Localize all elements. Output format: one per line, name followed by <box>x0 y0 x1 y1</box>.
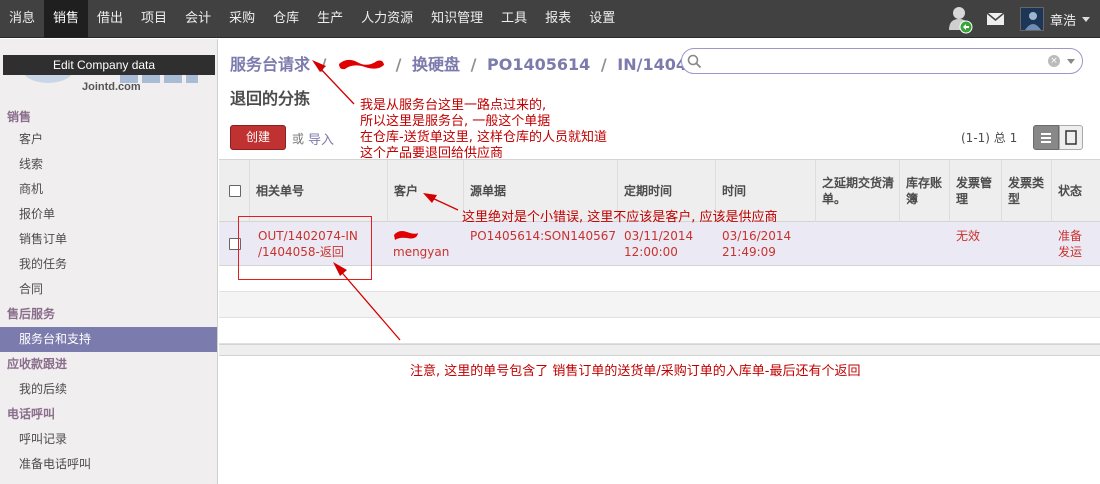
menu-messages[interactable]: 消息 <box>0 0 44 38</box>
top-menu-bar: 消息 销售 借出 项目 会计 采购 仓库 生产 人力资源 知识管理 工具 报表 … <box>0 0 1100 38</box>
sidebar-item-customers[interactable]: 客户 <box>0 127 217 152</box>
column-header-invoice-type[interactable]: 发票类型 <box>1001 160 1051 222</box>
menu-project[interactable]: 项目 <box>132 0 176 38</box>
user-menu[interactable]: 章浩 <box>1018 0 1100 38</box>
form-view-icon <box>1065 130 1077 145</box>
annotation-line: 我是从服务台这里一路点过来的, <box>360 98 547 113</box>
breadcrumb-separator: / <box>470 55 477 74</box>
cell-date: 03/16/2014 21:49:09 <box>722 228 791 260</box>
column-header-stock-journal[interactable]: 库存账簿 <box>899 160 949 222</box>
annotation-highlight-box <box>238 216 372 280</box>
user-name: 章浩 <box>1049 13 1076 29</box>
cell-state: 准备 发运 <box>1058 228 1082 260</box>
menu-settings[interactable]: 设置 <box>580 0 624 38</box>
cell-source: PO1405614:SON140567 <box>470 229 617 243</box>
column-header-backorder[interactable]: 之延期交货清单。 <box>815 160 899 222</box>
search-options-icon[interactable] <box>1067 59 1075 64</box>
menu-warehouse[interactable]: 仓库 <box>264 0 308 38</box>
customer-name: mengyan <box>393 245 450 259</box>
breadcrumb-purchase-order[interactable]: PO1405614 <box>487 55 590 74</box>
clear-icon[interactable]: × <box>1048 55 1060 67</box>
import-link[interactable]: 导入 <box>308 129 334 148</box>
form-view-button[interactable] <box>1059 125 1083 150</box>
redacted-mark <box>337 56 385 72</box>
sidebar-item-my-tasks[interactable]: 我的任务 <box>0 252 217 277</box>
main-menu: 消息 销售 借出 项目 会计 采购 仓库 生产 人力资源 知识管理 工具 报表 … <box>0 0 1100 38</box>
annotation-line: 所以这里是服务台, 一般这个单据 <box>360 114 551 129</box>
menu-hr[interactable]: 人力资源 <box>352 0 422 38</box>
user-status-icon[interactable] <box>947 4 973 34</box>
list-view-icon <box>1041 133 1051 143</box>
create-button[interactable]: 创建 <box>230 125 286 150</box>
menu-lending[interactable]: 借出 <box>88 0 132 38</box>
annotation-note-3: 注意, 这里的单号包含了 销售订单的送货单/采购订单的入库单-最后还有个返回 <box>410 364 861 379</box>
sidebar-item-helpdesk[interactable]: 服务台和支持 <box>0 327 217 352</box>
breadcrumb-separator: / <box>320 55 327 74</box>
annotation-line: 在仓库-送货单这里, 这样仓库的人员就知道 <box>360 130 607 145</box>
menu-reports[interactable]: 报表 <box>536 0 580 38</box>
menu-purchase[interactable]: 采购 <box>220 0 264 38</box>
menu-accounting[interactable]: 会计 <box>176 0 220 38</box>
top-right-area: 章浩 <box>947 0 1100 38</box>
section-phone-calls: 电话呼叫 <box>7 407 56 421</box>
select-all-checkbox[interactable] <box>229 185 241 197</box>
search-box[interactable]: × <box>681 48 1083 74</box>
sidebar-item-call-logs[interactable]: 呼叫记录 <box>0 427 217 452</box>
state-line-1: 准备 <box>1058 229 1083 243</box>
section-followups: 应收款跟进 <box>7 357 68 371</box>
logo-url: Jointd.com <box>82 81 141 93</box>
breadcrumb-ticket[interactable]: 换硬盘 <box>412 55 460 74</box>
redacted-mark <box>394 231 418 240</box>
sidebar-item-opportunities[interactable]: 商机 <box>0 177 217 202</box>
sidebar: Edit Company data Jointd.com 销售 客户 线索 商机… <box>0 39 218 484</box>
annotation-note-1: 我是从服务台这里一路点过来的, 所以这里是服务台, 一般这个单据 在仓库-送货单… <box>360 98 607 162</box>
breadcrumb: 服务台请求 / / 换硬盘 / PO1405614 / IN/1404058 / <box>230 51 742 75</box>
search-input[interactable] <box>706 51 1046 71</box>
breadcrumb-separator: / <box>395 55 402 74</box>
edit-company-tooltip: Edit Company data <box>3 55 215 75</box>
mail-icon[interactable] <box>986 12 1005 25</box>
menu-manufacturing[interactable]: 生产 <box>308 0 352 38</box>
column-header-invoice-control[interactable]: 发票管理 <box>949 160 1001 222</box>
menu-knowledge[interactable]: 知识管理 <box>422 0 492 38</box>
date-value: 03/16/2014 <box>722 229 792 243</box>
sidebar-item-leads[interactable]: 线索 <box>0 152 217 177</box>
sidebar-item-quotations[interactable]: 报价单 <box>0 202 217 227</box>
sidebar-item-scheduled-calls[interactable]: 准备电话呼叫 <box>0 452 217 477</box>
column-header-reference[interactable]: 相关单号 <box>249 160 387 222</box>
section-after-sales: 售后服务 <box>7 307 56 321</box>
section-sales: 销售 <box>7 110 32 124</box>
sidebar-item-my-followups[interactable]: 我的后续 <box>0 377 217 402</box>
pager-value: (1-1) 总 1 <box>961 131 1018 145</box>
state-line-2: 发运 <box>1058 245 1083 259</box>
sidebar-item-sales-orders[interactable]: 销售订单 <box>0 227 217 252</box>
company-logo[interactable]: Edit Company data Jointd.com <box>0 39 217 99</box>
breadcrumb-separator: / <box>600 55 607 74</box>
page-title: 退回的分拣 <box>230 89 311 108</box>
search-icon <box>687 54 702 69</box>
cell-customer: mengyan <box>393 228 449 260</box>
column-header-customer[interactable]: 客户 <box>387 160 463 222</box>
cell-scheduled: 03/11/2014 12:00:00 <box>624 228 693 260</box>
sidebar-item-contracts[interactable]: 合同 <box>0 277 217 302</box>
scheduled-time: 12:00:00 <box>624 245 678 259</box>
annotation-line: 这个产品要退回给供应商 <box>360 146 504 161</box>
user-avatar <box>1019 7 1044 31</box>
column-header-state[interactable]: 状态 <box>1051 160 1100 222</box>
or-label: 或 <box>292 132 305 146</box>
cell-invoice-control: 无效 <box>956 229 981 243</box>
empty-row <box>219 318 1100 344</box>
list-footer <box>219 344 1100 356</box>
select-all-cell <box>219 160 249 222</box>
scheduled-date: 03/11/2014 <box>624 229 694 243</box>
breadcrumb-helpdesk[interactable]: 服务台请求 <box>230 55 310 74</box>
chevron-down-icon <box>1082 16 1090 22</box>
empty-row <box>219 292 1100 318</box>
menu-sales[interactable]: 销售 <box>44 0 89 38</box>
annotation-note-2: 这里绝对是个小错误, 这里不应该是客户, 应该是供应商 <box>462 210 778 225</box>
menu-tools[interactable]: 工具 <box>492 0 536 38</box>
list-view-button[interactable] <box>1033 125 1059 150</box>
time-value: 21:49:09 <box>722 245 776 259</box>
